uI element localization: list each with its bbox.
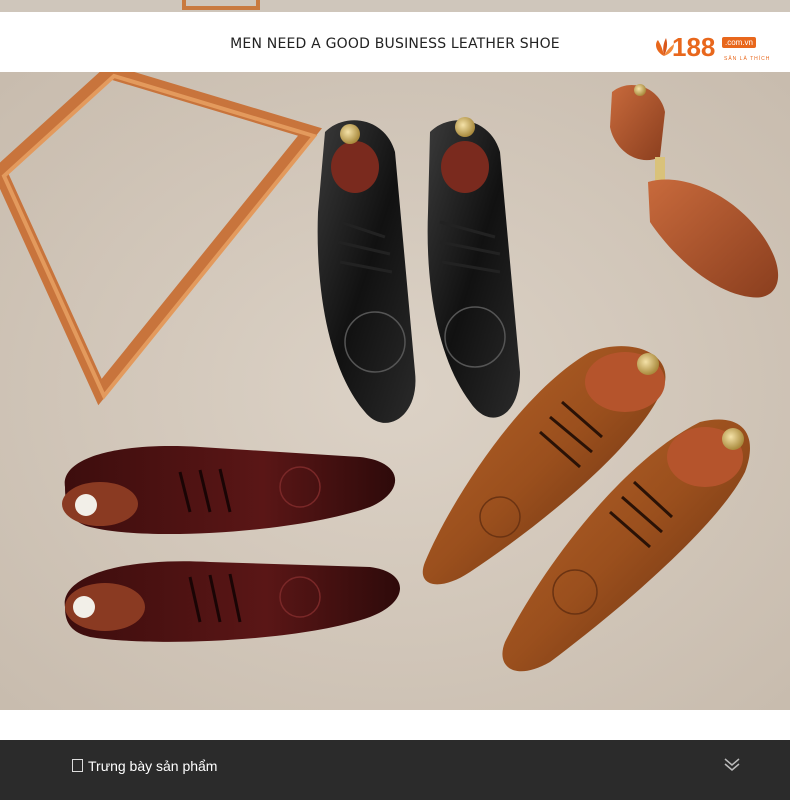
banner-header: MEN NEED A GOOD BUSINESS LEATHER SHOE 18… <box>0 12 790 72</box>
gallery-icon <box>72 759 83 772</box>
brand-logo: 188 .com.vn SĂN LÀ THÍCH <box>652 32 772 68</box>
double-chevron-down-icon[interactable] <box>722 754 742 774</box>
product-photo <box>0 72 790 710</box>
spacer <box>0 710 790 740</box>
logo-number: 188 <box>672 32 716 62</box>
product-display-bar[interactable]: Trưng bày sản phẩm <box>0 740 790 800</box>
logo-domain: .com.vn <box>722 37 757 48</box>
product-display-label: Trưng bày sản phẩm <box>88 758 218 774</box>
frame-edge <box>182 0 260 10</box>
top-photo-strip <box>0 0 790 12</box>
logo-tagline: SĂN LÀ THÍCH <box>724 56 771 62</box>
